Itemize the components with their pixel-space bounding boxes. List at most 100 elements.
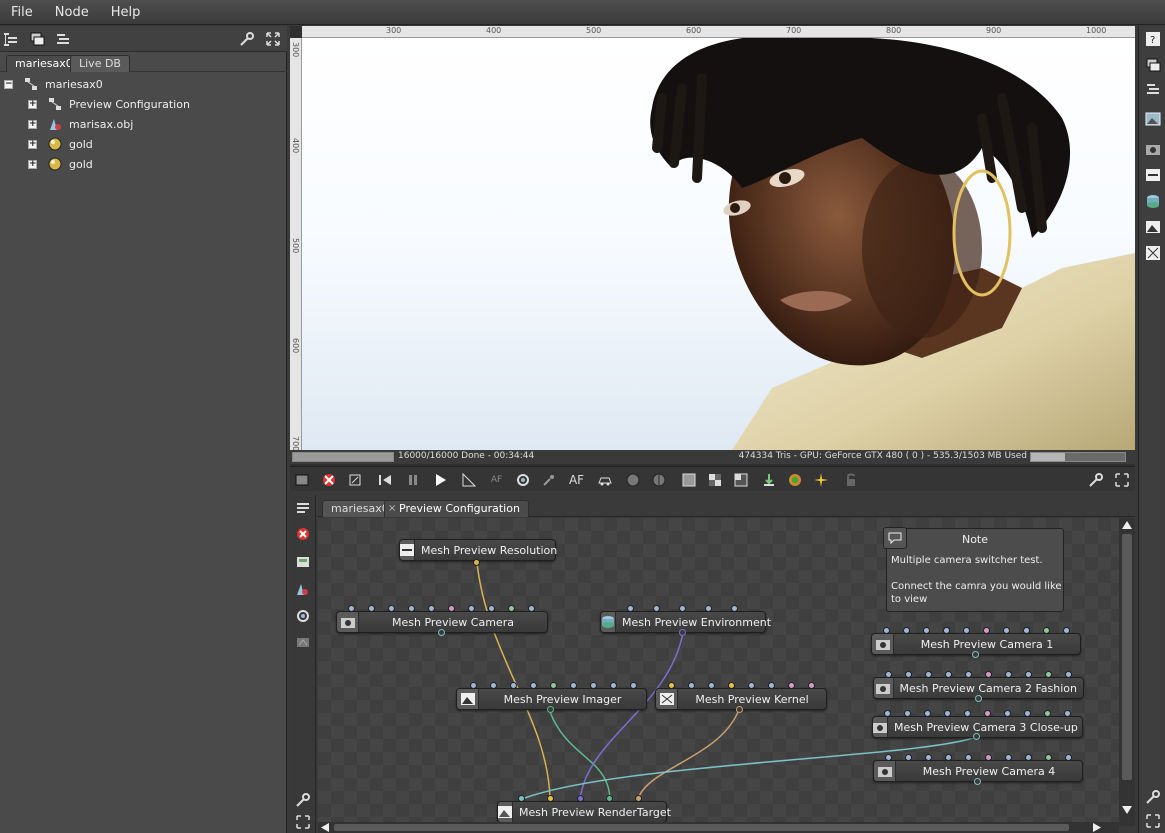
graph-horizontal-scrollbar[interactable] <box>318 822 1119 833</box>
input-pin[interactable] <box>688 682 695 689</box>
input-pin[interactable] <box>964 710 971 717</box>
expand-icon[interactable]: + <box>28 159 37 169</box>
ruler-tool-icon[interactable] <box>460 471 477 488</box>
image-icon[interactable] <box>1144 110 1161 127</box>
alpha-icon[interactable] <box>732 471 749 488</box>
tree-item-root[interactable]: − mariesax0 <box>4 74 103 94</box>
input-pin[interactable] <box>468 605 475 612</box>
maximize-icon[interactable] <box>1144 812 1161 829</box>
input-pin[interactable] <box>508 605 515 612</box>
scroll-down-icon[interactable] <box>1121 805 1133 815</box>
wrench-icon[interactable] <box>1144 788 1161 805</box>
environment-icon[interactable] <box>1144 192 1161 209</box>
wrench-icon[interactable] <box>238 30 256 48</box>
input-pin[interactable] <box>945 754 952 761</box>
input-pin[interactable] <box>606 795 613 802</box>
graph-vertical-scrollbar[interactable] <box>1119 518 1135 826</box>
expand-icon[interactable]: + <box>28 99 37 109</box>
input-pin[interactable] <box>388 605 395 612</box>
input-pin[interactable] <box>668 682 675 689</box>
maximize-icon[interactable] <box>1113 471 1130 488</box>
input-pin[interactable] <box>925 671 932 678</box>
input-pin[interactable] <box>731 605 738 612</box>
input-pin[interactable] <box>408 605 415 612</box>
input-pin[interactable] <box>679 605 686 612</box>
camera-orbit-icon[interactable] <box>514 471 531 488</box>
input-pin[interactable] <box>518 795 525 802</box>
close-tab-icon[interactable]: × <box>388 501 396 517</box>
fit-view-icon[interactable] <box>346 471 363 488</box>
output-pin[interactable] <box>973 733 980 740</box>
list-icon[interactable] <box>1144 80 1161 97</box>
input-pin[interactable] <box>1044 710 1051 717</box>
input-pin[interactable] <box>1065 671 1072 678</box>
output-pin[interactable] <box>974 778 981 785</box>
input-pin[interactable] <box>884 710 891 717</box>
input-pin[interactable] <box>1065 754 1072 761</box>
color-picker-icon[interactable] <box>786 471 803 488</box>
tree-item-preview-configuration[interactable]: + Preview Configuration <box>28 94 190 114</box>
output-pin[interactable] <box>972 651 979 658</box>
wrench-icon[interactable] <box>1087 471 1104 488</box>
input-pin[interactable] <box>905 671 912 678</box>
scroll-thumb[interactable] <box>1122 534 1132 780</box>
autofocus-disabled-icon[interactable]: AF <box>488 471 505 488</box>
input-pin[interactable] <box>1005 754 1012 761</box>
input-pin[interactable] <box>510 682 517 689</box>
render-node-icon[interactable] <box>294 633 312 651</box>
input-pin[interactable] <box>965 671 972 678</box>
scroll-right-icon[interactable] <box>1092 823 1102 832</box>
tree-item-gold-1[interactable]: + gold <box>28 134 93 154</box>
rendered-image[interactable] <box>302 38 1135 450</box>
input-pin[interactable] <box>1045 671 1052 678</box>
output-pin[interactable] <box>547 706 554 713</box>
input-pin[interactable] <box>550 682 557 689</box>
input-pin[interactable] <box>985 671 992 678</box>
input-pin[interactable] <box>728 682 735 689</box>
maximize-icon[interactable] <box>294 813 312 831</box>
restart-icon[interactable] <box>376 471 393 488</box>
menu-help[interactable]: Help <box>100 0 152 25</box>
input-pin[interactable] <box>627 605 634 612</box>
input-pin[interactable] <box>1023 627 1030 634</box>
input-pin[interactable] <box>965 754 972 761</box>
input-pin[interactable] <box>904 710 911 717</box>
pick-focus-icon[interactable] <box>540 471 557 488</box>
globe-icon[interactable] <box>624 471 641 488</box>
input-pin[interactable] <box>1024 710 1031 717</box>
camera-icon[interactable] <box>1144 140 1161 157</box>
input-pin[interactable] <box>1025 671 1032 678</box>
output-pin[interactable] <box>736 706 743 713</box>
scroll-up-icon[interactable] <box>1121 520 1133 530</box>
input-pin[interactable] <box>470 682 477 689</box>
input-pin[interactable] <box>885 671 892 678</box>
globe-pick-icon[interactable] <box>650 471 667 488</box>
input-pin[interactable] <box>923 627 930 634</box>
list-icon[interactable] <box>54 30 72 48</box>
layers-icon[interactable] <box>1144 56 1161 73</box>
input-pin[interactable] <box>635 795 642 802</box>
input-pin[interactable] <box>1064 710 1071 717</box>
input-pin[interactable] <box>924 710 931 717</box>
input-pin[interactable] <box>1025 754 1032 761</box>
input-pin[interactable] <box>788 682 795 689</box>
pause-icon[interactable] <box>404 471 421 488</box>
input-pin[interactable] <box>547 795 554 802</box>
menu-file[interactable]: File <box>0 0 44 25</box>
node-mesh-preview-resolution[interactable]: Mesh Preview Resolution <box>399 539 557 561</box>
lock-icon[interactable] <box>842 471 859 488</box>
input-pin[interactable] <box>630 682 637 689</box>
input-pin[interactable] <box>570 682 577 689</box>
stop-render-icon[interactable] <box>320 471 337 488</box>
input-pin[interactable] <box>428 605 435 612</box>
input-pin[interactable] <box>610 682 617 689</box>
input-pin[interactable] <box>708 682 715 689</box>
input-pin[interactable] <box>748 682 755 689</box>
expand-icon[interactable]: + <box>28 139 37 149</box>
input-pin[interactable] <box>943 627 950 634</box>
layers-icon[interactable] <box>28 30 46 48</box>
input-pin[interactable] <box>883 627 890 634</box>
export-icon[interactable] <box>760 471 777 488</box>
output-pin[interactable] <box>473 559 480 566</box>
input-pin[interactable] <box>984 710 991 717</box>
